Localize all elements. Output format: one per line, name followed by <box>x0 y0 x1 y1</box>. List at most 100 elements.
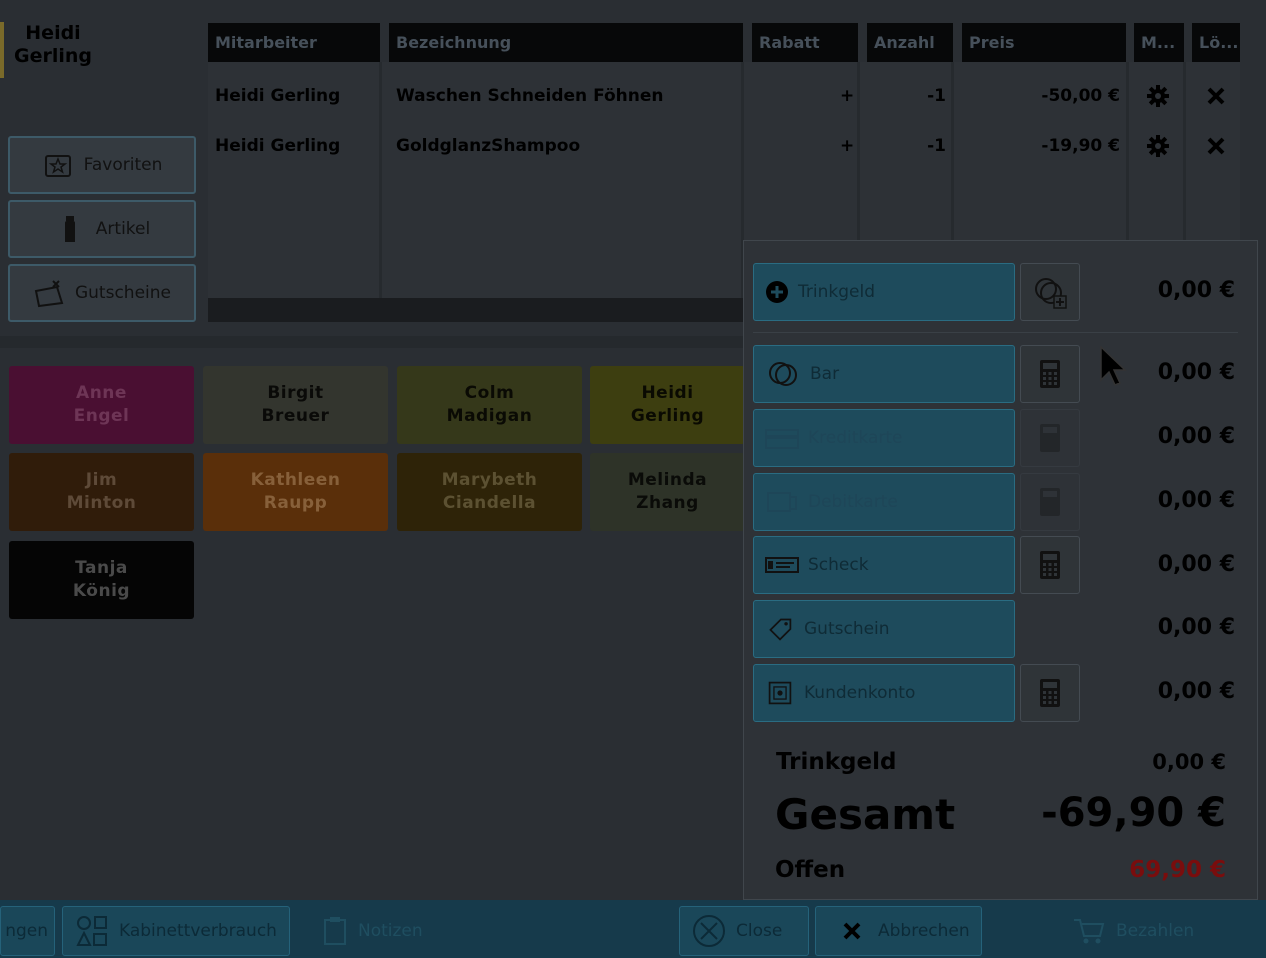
cabinet-consumption-label: Kabinettverbrauch <box>119 921 277 941</box>
row2-description[interactable]: GoldglanzShampoo <box>396 136 580 156</box>
customer-account-label: Kundenkonto <box>804 683 916 703</box>
coins-icon <box>769 362 797 386</box>
customer-account-amount: 0,00 € <box>1157 679 1235 704</box>
customer-account-button[interactable]: Kundenkonto <box>753 664 1015 722</box>
close-x-icon[interactable] <box>1206 136 1226 156</box>
col-header-discount[interactable]: Rabatt <box>752 23 858 62</box>
cash-calculator-button[interactable] <box>1020 345 1080 403</box>
employee-last-name: Breuer <box>261 406 330 426</box>
employee-first-name: Colm <box>464 383 515 403</box>
close-button[interactable]: Close <box>679 906 809 956</box>
voucher-amount: 0,00 € <box>1157 615 1235 640</box>
column-divider <box>379 62 382 298</box>
favorites-button[interactable]: Favoriten <box>8 136 196 194</box>
employee-tile[interactable]: Melinda Zhang <box>590 453 745 531</box>
cash-label: Bar <box>810 364 840 384</box>
partial-button[interactable]: ngen <box>0 906 55 956</box>
debit-card-button[interactable]: Debitkarte <box>753 473 1015 531</box>
employee-tile[interactable]: Jim Minton <box>9 453 194 531</box>
employee-first-name: Jim <box>85 470 118 490</box>
row1-price[interactable]: -50,00 € <box>962 86 1120 106</box>
employee-last-name: Madigan <box>446 406 533 426</box>
tip-coins-add-button[interactable] <box>1020 263 1080 321</box>
favorites-label: Favoriten <box>83 155 163 175</box>
horizontal-scrollbar[interactable] <box>208 298 748 322</box>
employee-tile[interactable]: Anne Engel <box>9 366 194 444</box>
summary-tip-label: Trinkgeld <box>776 749 897 775</box>
star-folder-icon <box>44 155 71 177</box>
check-calculator-button[interactable] <box>1020 536 1080 594</box>
row2-quantity[interactable]: -1 <box>860 136 946 156</box>
cash-button[interactable]: Bar <box>753 345 1015 403</box>
row2-discount[interactable]: + <box>840 136 854 156</box>
credit-card-calculator-button[interactable] <box>1020 409 1080 467</box>
debit-card-label: Debitkarte <box>808 492 898 512</box>
employee-tile[interactable]: Colm Madigan <box>397 366 582 444</box>
voucher-payment-button[interactable]: Gutschein <box>753 600 1015 658</box>
check-button[interactable]: Scheck <box>753 536 1015 594</box>
notes-label: Notizen <box>358 921 423 941</box>
debit-card-calculator-button[interactable] <box>1020 473 1080 531</box>
cancel-button[interactable]: Abbrechen <box>815 906 982 956</box>
tip-divider <box>753 332 1238 333</box>
col-header-quantity[interactable]: Anzahl <box>867 23 953 62</box>
employee-first-name: Anne <box>76 383 127 403</box>
pay-button[interactable]: Bezahlen <box>1060 906 1260 956</box>
open-label: Offen <box>775 857 846 883</box>
employee-tile-name: Birgit Breuer <box>262 382 330 428</box>
close-label: Close <box>736 921 783 941</box>
row1-quantity[interactable]: -1 <box>860 86 946 106</box>
employee-tile[interactable]: Marybeth Ciandella <box>397 453 582 531</box>
credit-card-button[interactable]: Kreditkarte <box>753 409 1015 467</box>
check-amount: 0,00 € <box>1157 552 1235 577</box>
vouchers-label: Gutscheine <box>74 283 171 303</box>
close-x-icon[interactable] <box>1206 86 1226 106</box>
vouchers-button[interactable]: Gutscheine <box>8 264 196 322</box>
tip-button-label: Trinkgeld <box>798 282 875 302</box>
employee-last-name: König <box>72 581 131 601</box>
circle-x-icon <box>693 915 725 947</box>
employee-first-name: Heidi <box>641 383 694 403</box>
row1-discount[interactable]: + <box>840 86 854 106</box>
employee-tile[interactable]: Heidi Gerling <box>590 366 745 444</box>
col-header-price[interactable]: Preis <box>962 23 1126 62</box>
col-header-delete[interactable]: Lö... <box>1192 23 1240 62</box>
check-icon <box>765 557 799 573</box>
tip-button[interactable]: Trinkgeld <box>753 263 1015 321</box>
row2-employee[interactable]: Heidi Gerling <box>215 136 340 156</box>
customer-account-calculator-button[interactable] <box>1020 664 1080 722</box>
employee-tile[interactable]: Kathleen Raupp <box>203 453 388 531</box>
col-header-employee[interactable]: Mitarbeiter <box>208 23 380 62</box>
row2-price[interactable]: -19,90 € <box>962 136 1120 156</box>
employee-tile-name: Jim Minton <box>67 469 137 515</box>
row1-description[interactable]: Waschen Schneiden Föhnen <box>396 86 664 106</box>
close-x-icon <box>843 922 861 940</box>
articles-button[interactable]: Artikel <box>8 200 196 258</box>
notes-button[interactable]: Notizen <box>310 906 470 956</box>
employee-last-name: Raupp <box>263 493 328 513</box>
cabinet-consumption-button[interactable]: Kabinettverbrauch <box>62 906 290 956</box>
employee-first-name: Marybeth <box>441 470 538 490</box>
calculator-icon <box>1040 679 1060 707</box>
employee-tile[interactable]: Tanja König <box>9 541 194 619</box>
employee-tile-name: Marybeth Ciandella <box>442 469 538 515</box>
cart-icon <box>1074 919 1105 944</box>
shapes-icon <box>76 916 107 946</box>
voucher-payment-label: Gutschein <box>804 619 890 639</box>
check-label: Scheck <box>808 555 869 575</box>
credit-card-label: Kreditkarte <box>808 428 903 448</box>
employee-tile[interactable]: Birgit Breuer <box>203 366 388 444</box>
employee-tile-name: Heidi Gerling <box>631 382 704 428</box>
safe-icon <box>768 681 792 705</box>
customer-color-bar <box>0 22 4 78</box>
employee-last-name: Engel <box>73 406 130 426</box>
col-header-modify[interactable]: M... <box>1134 23 1184 62</box>
summary-tip-value: 0,00 € <box>1152 750 1226 774</box>
col-header-description[interactable]: Bezeichnung <box>389 23 743 62</box>
mouse-pointer-icon <box>1100 346 1127 386</box>
gear-icon[interactable] <box>1146 84 1170 108</box>
gear-icon[interactable] <box>1146 134 1170 158</box>
customer-name: Heidi Gerling <box>8 22 98 68</box>
row1-employee[interactable]: Heidi Gerling <box>215 86 340 106</box>
debit-card-icon <box>767 492 797 512</box>
